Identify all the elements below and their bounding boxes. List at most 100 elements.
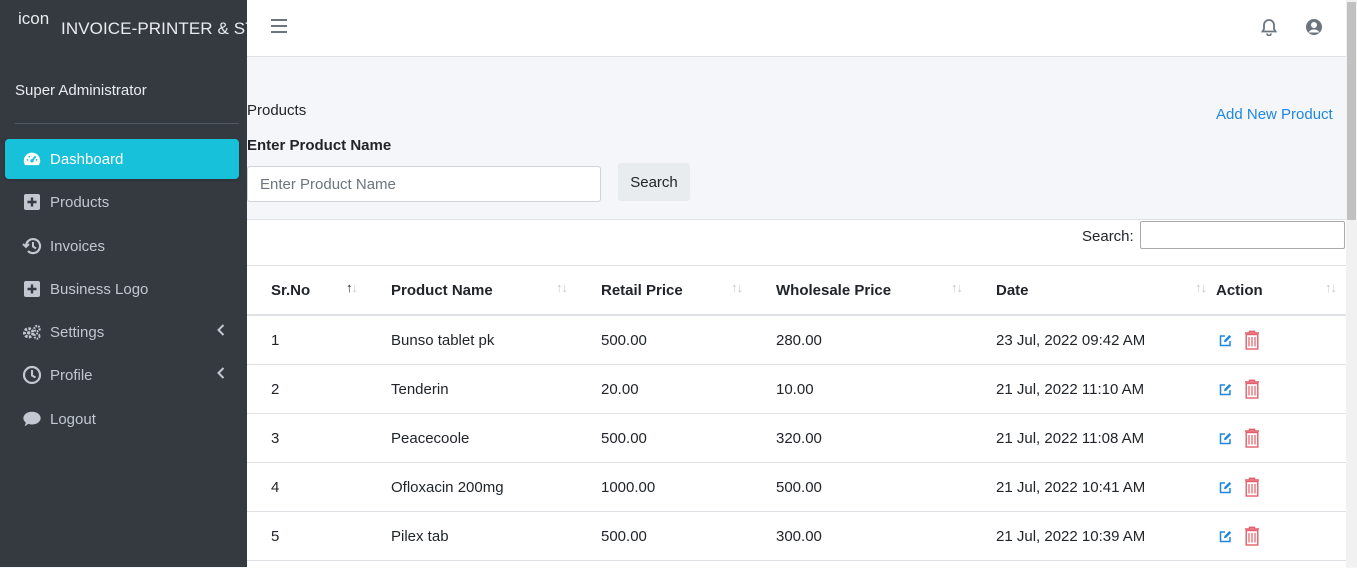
cell-sr-no: 5 bbox=[271, 527, 280, 545]
cell-wholesale-price: 300.00 bbox=[776, 527, 822, 545]
sort-icon: ↑↓ bbox=[951, 280, 963, 295]
chevron-left-icon bbox=[217, 324, 225, 339]
cell-sr-no: 2 bbox=[271, 380, 280, 398]
column-header-label: Date bbox=[996, 281, 1029, 299]
sidebar-item-dashboard[interactable]: Dashboard bbox=[5, 139, 239, 179]
user-circle-icon[interactable] bbox=[1305, 18, 1323, 41]
table-search-label: Search: bbox=[1082, 228, 1134, 245]
sidebar-item-invoices[interactable]: Invoices bbox=[5, 226, 239, 266]
column-header-date[interactable]: Date ↑↓ bbox=[972, 265, 1216, 316]
sidebar-item-products[interactable]: Products bbox=[5, 182, 239, 222]
cell-retail-price: 20.00 bbox=[601, 380, 639, 398]
cell-retail-price: 1000.00 bbox=[601, 478, 656, 496]
sidebar-item-label: Business Logo bbox=[50, 280, 149, 298]
table-row: 1 Bunso tablet pk 500.00 280.00 23 Jul, … bbox=[247, 315, 1346, 365]
cell-date: 21 Jul, 2022 11:10 AM bbox=[996, 380, 1145, 398]
add-new-product-link[interactable]: Add New Product bbox=[1216, 106, 1333, 123]
table-search-input[interactable] bbox=[1140, 221, 1345, 249]
row-actions bbox=[1216, 526, 1346, 546]
plus-square-icon bbox=[22, 193, 42, 211]
row-actions bbox=[1216, 330, 1346, 350]
cell-product-name: Ofloxacin 200mg bbox=[391, 478, 504, 496]
cell-product-name: Tenderin bbox=[391, 380, 449, 398]
column-header-wholesale-price[interactable]: Wholesale Price ↑↓ bbox=[752, 265, 972, 316]
cell-retail-price: 500.00 bbox=[601, 527, 647, 545]
cogs-icon bbox=[22, 323, 42, 341]
cell-product-name: Bunso tablet pk bbox=[391, 331, 495, 349]
table-row: 2 Tenderin 20.00 10.00 21 Jul, 2022 11:1… bbox=[247, 364, 1346, 414]
row-actions bbox=[1216, 477, 1346, 497]
cell-sr-no: 4 bbox=[271, 478, 280, 496]
sidebar: icon INVOICE-PRINTER & STOCK Super Admin… bbox=[0, 0, 247, 567]
cell-product-name: Pilex tab bbox=[391, 527, 449, 545]
edit-icon[interactable] bbox=[1219, 481, 1232, 494]
cell-wholesale-price: 10.00 bbox=[776, 380, 814, 398]
trash-icon[interactable] bbox=[1244, 379, 1260, 399]
column-header-sr-no[interactable]: Sr.No ↑↓ bbox=[247, 265, 367, 316]
sort-icon: ↑↓ bbox=[346, 280, 358, 295]
product-name-input[interactable] bbox=[247, 166, 601, 202]
comment-icon bbox=[22, 410, 42, 428]
product-name-label: Enter Product Name bbox=[247, 137, 392, 154]
sidebar-item-settings[interactable]: Settings bbox=[5, 312, 239, 352]
edit-icon[interactable] bbox=[1219, 530, 1232, 543]
cell-sr-no: 1 bbox=[271, 331, 280, 349]
row-actions bbox=[1216, 428, 1346, 448]
sort-icon: ↑↓ bbox=[1325, 280, 1337, 295]
cell-wholesale-price: 500.00 bbox=[776, 478, 822, 496]
edit-icon[interactable] bbox=[1219, 334, 1232, 347]
search-button[interactable]: Search bbox=[618, 163, 690, 201]
table-row: 4 Ofloxacin 200mg 1000.00 500.00 21 Jul,… bbox=[247, 462, 1346, 512]
sidebar-item-label: Invoices bbox=[50, 237, 106, 255]
top-navbar bbox=[247, 0, 1357, 57]
sidebar-item-label: Logout bbox=[50, 410, 96, 428]
history-icon bbox=[22, 237, 42, 255]
sidebar-item-label: Products bbox=[50, 194, 110, 212]
cell-date: 21 Jul, 2022 10:41 AM bbox=[996, 478, 1146, 496]
sidebar-item-logout[interactable]: Logout bbox=[5, 399, 239, 439]
cell-wholesale-price: 280.00 bbox=[776, 331, 822, 349]
page-scrollbar[interactable] bbox=[1346, 0, 1357, 567]
sort-icon: ↑↓ bbox=[556, 280, 568, 295]
cell-date: 21 Jul, 2022 10:39 AM bbox=[996, 527, 1146, 545]
hamburger-menu-icon[interactable] bbox=[271, 19, 287, 33]
scrollbar-thumb[interactable] bbox=[1347, 2, 1356, 220]
table-header-row: Sr.No ↑↓ Product Name ↑↓ Retail Price ↑↓ Wh… bbox=[247, 265, 1346, 316]
row-actions bbox=[1216, 379, 1346, 399]
cell-product-name: Peacecoole bbox=[391, 429, 470, 447]
bell-icon[interactable] bbox=[1260, 18, 1278, 41]
table-row: 3 Peacecoole 500.00 320.00 21 Jul, 2022 … bbox=[247, 413, 1346, 463]
cell-retail-price: 500.00 bbox=[601, 429, 647, 447]
plus-square-icon bbox=[22, 280, 42, 298]
column-header-action[interactable]: Action ↑↓ bbox=[1216, 265, 1346, 316]
edit-icon[interactable] bbox=[1219, 432, 1232, 445]
column-header-retail-price[interactable]: Retail Price ↑↓ bbox=[577, 265, 752, 316]
products-table: Sr.No ↑↓ Product Name ↑↓ Retail Price ↑↓ Wh… bbox=[247, 265, 1346, 561]
trash-icon[interactable] bbox=[1244, 330, 1260, 350]
column-header-label: Retail Price bbox=[601, 281, 683, 299]
cell-date: 21 Jul, 2022 11:08 AM bbox=[996, 429, 1145, 447]
trash-icon[interactable] bbox=[1244, 526, 1260, 546]
sidebar-item-label: Dashboard bbox=[50, 151, 124, 168]
sidebar-item-business-logo[interactable]: Business Logo bbox=[5, 269, 239, 309]
tachometer-icon bbox=[22, 150, 42, 168]
edit-icon[interactable] bbox=[1219, 383, 1232, 396]
sidebar-nav: Dashboard Products Invoices Business Log… bbox=[5, 139, 239, 442]
trash-icon[interactable] bbox=[1244, 477, 1260, 497]
table-row: 5 Pilex tab 500.00 300.00 21 Jul, 2022 1… bbox=[247, 511, 1346, 561]
column-header-product-name[interactable]: Product Name ↑↓ bbox=[367, 265, 577, 316]
user-panel: Super Administrator bbox=[15, 81, 239, 124]
clock-icon bbox=[22, 366, 42, 385]
trash-icon[interactable] bbox=[1244, 428, 1260, 448]
products-table-card: Search: Sr.No ↑↓ Product Name ↑↓ Retail Pr… bbox=[247, 219, 1346, 568]
sidebar-item-profile[interactable]: Profile bbox=[5, 355, 239, 395]
user-name[interactable]: Super Administrator bbox=[15, 81, 239, 99]
sort-icon: ↑↓ bbox=[1195, 280, 1207, 295]
brand-link[interactable]: icon INVOICE-PRINTER & STOCK bbox=[0, 0, 247, 57]
page-title: Products bbox=[247, 102, 307, 119]
brand-logo-alt: icon bbox=[18, 9, 50, 28]
chevron-left-icon bbox=[217, 367, 225, 382]
sidebar-item-label: Settings bbox=[50, 324, 105, 342]
brand-title: INVOICE-PRINTER & STOCK bbox=[61, 19, 247, 38]
column-header-label: Product Name bbox=[391, 281, 493, 299]
